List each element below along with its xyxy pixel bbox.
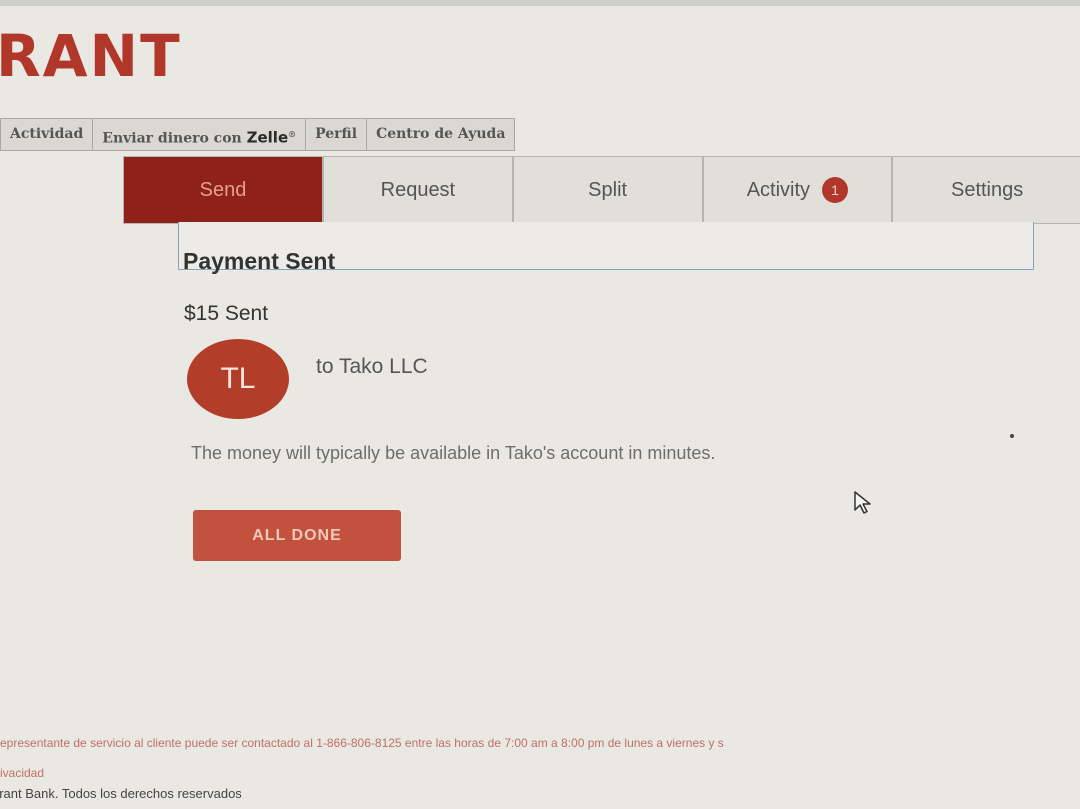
activity-count-badge: 1 <box>822 177 849 203</box>
payment-header-panel: Payment Sent <box>178 222 1034 274</box>
copyright-text: erant Bank. Todos los derechos reservado… <box>0 786 242 801</box>
customer-service-note: representante de servicio al cliente pue… <box>0 736 724 750</box>
all-done-button[interactable]: ALL DONE <box>193 510 401 561</box>
zelle-logo: Zelle <box>246 128 289 147</box>
sent-amount: $15 Sent <box>184 302 269 325</box>
tab-settings[interactable]: Settings <box>893 157 1080 223</box>
zelle-tabs: Send Request Split Activity 1 Settings <box>123 156 1080 224</box>
privacy-link[interactable]: rivacidad <box>0 766 44 780</box>
tab-split[interactable]: Split <box>514 157 704 223</box>
nav-help-center[interactable]: Centro de Ayuda <box>367 119 514 150</box>
tab-activity[interactable]: Activity 1 <box>704 157 894 223</box>
tab-send[interactable]: Send <box>124 157 324 223</box>
browser-top-edge <box>0 0 1080 6</box>
nav-profile[interactable]: Perfil <box>306 119 368 150</box>
bank-logo: RANT <box>0 22 182 90</box>
nav-send-money-label: Enviar dinero con <box>102 130 242 147</box>
nav-activity[interactable]: Actividad <box>1 119 94 150</box>
mouse-cursor-icon <box>854 491 871 514</box>
recipient-avatar: TL <box>187 339 289 419</box>
page-title: Payment Sent <box>183 248 336 274</box>
recipient-name: to Tako LLC <box>316 355 428 378</box>
tab-request[interactable]: Request <box>324 157 514 223</box>
tab-activity-label: Activity <box>746 178 811 201</box>
nav-send-money-zelle[interactable]: Enviar dinero con Zelle® <box>93 119 307 150</box>
screen-speck <box>1010 434 1014 438</box>
top-navigation: Actividad Enviar dinero con Zelle® Perfi… <box>0 118 516 151</box>
availability-message: The money will typically be available in… <box>191 443 716 463</box>
zelle-registered-mark: ® <box>288 129 297 139</box>
